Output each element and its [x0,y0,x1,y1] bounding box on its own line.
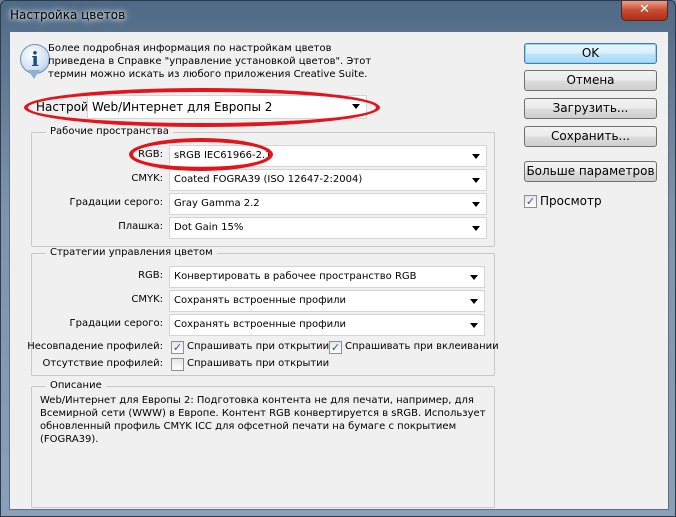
chevron-down-icon [472,178,480,183]
description-text: Web/Интернет для Европы 2: Подготовка ко… [40,394,500,446]
pol-cmyk-dropdown[interactable]: Сохранять встроенные профили [169,290,485,312]
dropdown-value: Gray Gamma 2.2 [174,198,260,209]
chevron-down-icon [470,275,478,280]
dropdown-value: Сохранять встроенные профили [174,295,347,306]
group-title: Описание [46,380,106,392]
dropdown-value: Сохранять встроенные профили [174,319,347,330]
dropdown-value: Dot Gain 15% [174,222,244,233]
save-button[interactable]: Сохранить... [524,126,657,147]
pol-rgb-dropdown[interactable]: Конвертировать в рабочее пространство RG… [169,266,485,288]
mismatch-open-checkbox[interactable]: ✓ [171,341,184,354]
dialog-client: i Более подробная информация по настройк… [9,31,669,510]
pol-gray-dropdown[interactable]: Сохранять встроенные профили [169,314,485,336]
mismatch-label: Несовпадение профилей: [27,341,163,352]
chevron-down-icon [472,226,480,231]
description-line: обновленный профиль CMYK ICC для офсетно… [40,421,457,445]
more-options-button[interactable]: Больше параметров [524,161,657,182]
ws-cmyk-dropdown[interactable]: Coated FOGRA39 (ISO 12647-2:2004) [169,169,487,191]
load-button[interactable]: Загрузить... [524,98,657,119]
ws-gray-dropdown[interactable]: Gray Gamma 2.2 [169,193,487,215]
info-line: Более подробная информация по настройкам… [48,43,332,54]
group-title: Стратегии управления цветом [46,247,217,259]
highlight-ellipse-rgb [129,138,273,171]
mismatch-paste-checkbox[interactable]: ✓ [329,341,342,354]
info-text: Более подробная информация по настройкам… [48,42,378,81]
close-icon[interactable]: ✕ [621,1,668,21]
chevron-down-icon [470,323,478,328]
missing-open-label: Спрашивать при открытии [187,358,330,369]
ws-gray-label: Градации серого: [69,197,163,208]
chevron-down-icon [472,154,480,159]
ws-cmyk-label: CMYK: [131,173,163,184]
dropdown-value: Coated FOGRA39 (ISO 12647-2:2004) [174,174,363,185]
preview-label: Просмотр [540,194,602,208]
window-title: Настройка цветов [10,8,126,22]
description-line: Всемирной сети (WWW) в Европе. Контент R… [40,408,486,419]
dropdown-value: Конвертировать в рабочее пространство RG… [174,271,417,282]
pol-cmyk-label: CMYK: [131,294,163,305]
description-line: Web/Интернет для Европы 2: Подготовка ко… [40,395,474,406]
info-line: приведена в Справке "управление установк… [48,56,372,67]
cancel-button[interactable]: Отмена [524,70,657,91]
ws-spot-dropdown[interactable]: Dot Gain 15% [169,217,487,239]
dialog-window: Настройка цветов ✕ i Более подробная инф… [0,0,676,517]
ok-button[interactable]: OK [524,43,657,64]
pol-gray-label: Градации серого: [69,318,163,329]
highlight-ellipse-settings [24,88,380,127]
preview-checkbox[interactable]: ✓ [524,195,537,208]
info-line: термин можно искать из любого приложения… [48,69,368,80]
chevron-down-icon [472,202,480,207]
pol-rgb-label: RGB: [138,270,163,281]
mismatch-paste-label: Спрашивать при вклеивании [345,341,499,352]
missing-open-checkbox[interactable] [171,358,184,371]
ws-spot-label: Плашка: [118,221,163,232]
chevron-down-icon [470,299,478,304]
missing-label: Отсутствие профилей: [42,358,163,369]
mismatch-open-label: Спрашивать при открытии [187,341,330,352]
info-icon-tail [28,70,40,79]
group-title: Рабочие пространства [46,126,173,138]
